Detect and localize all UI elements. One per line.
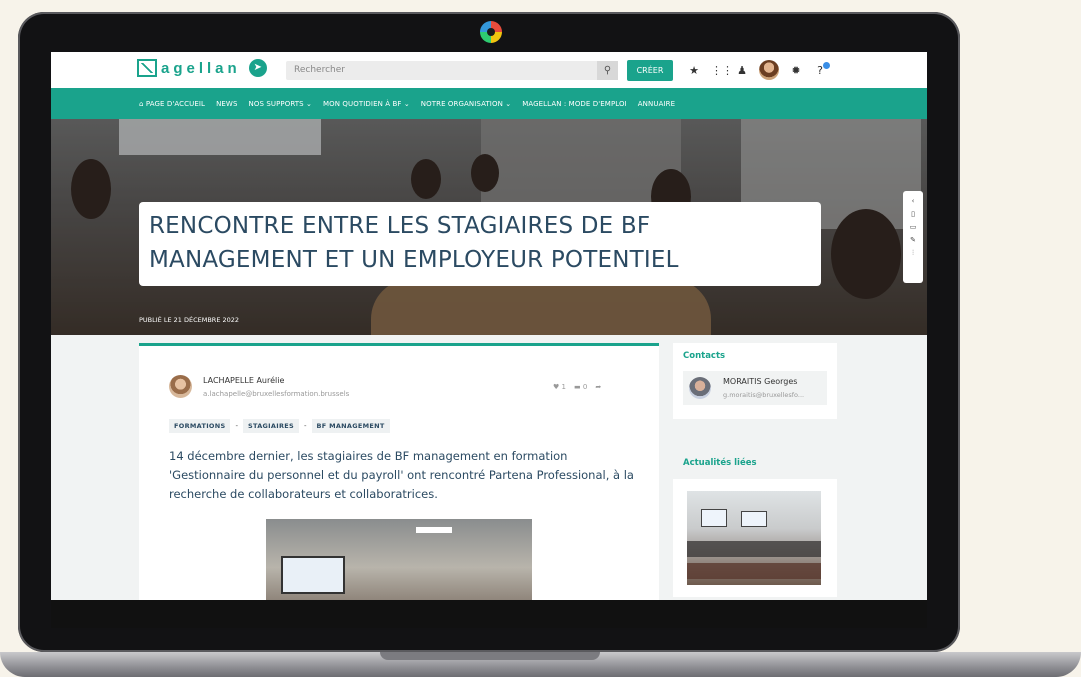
bell-icon[interactable]: ♟ (735, 64, 749, 77)
gear-icon[interactable]: ✹ (789, 64, 803, 77)
nav-item-mode-emploi[interactable]: MAGELLAN : MODE D'EMPLOI (522, 100, 627, 108)
contact-email: g.moraitis@bruxellesfo... (723, 391, 805, 399)
help-icon[interactable]: ? (813, 61, 830, 77)
main-navbar: ⌂ PAGE D'ACCUEIL NEWS NOS SUPPORTS ⌄ MON… (51, 88, 927, 119)
nav-item-label: MON QUOTIDIEN À BF (323, 99, 402, 108)
like-button[interactable]: ♥ 1 (553, 383, 566, 391)
nav-item-quotidien[interactable]: MON QUOTIDIEN À BF ⌄ (323, 100, 410, 108)
search-button[interactable]: ⚲ (597, 61, 618, 80)
comment-icon: ▬ (573, 383, 581, 391)
article-image (266, 519, 532, 600)
bookmark-icon[interactable]: ▯ (911, 210, 915, 218)
top-icons: ★ ⋮⋮ ♟ ✹ ? (687, 60, 830, 80)
sidebar: Contacts MORAITIS Georges g.moraitis@bru… (673, 343, 837, 597)
contacts-box: Contacts MORAITIS Georges g.moraitis@bru… (673, 343, 837, 419)
tag-formations[interactable]: FORMATIONS (169, 419, 231, 433)
create-button[interactable]: CRÉER (627, 60, 673, 81)
related-news-image (687, 491, 821, 585)
related-news-title: Actualités liées (683, 458, 757, 468)
location-icon: ➤ (248, 59, 267, 77)
logo-text: agellan (161, 59, 241, 77)
related-image-people (687, 563, 821, 579)
related-image-people (687, 541, 821, 557)
publish-date: PUBLIÉ LE 21 DÉCEMBRE 2022 (139, 316, 240, 324)
pencil-icon[interactable]: ✎ (910, 236, 916, 244)
comment-icon[interactable]: ▭ (910, 223, 917, 231)
hero-banner: RENCONTRE ENTRE LES STAGIAIRES DE BF MAN… (51, 119, 927, 335)
chevron-down-icon: ⌄ (403, 99, 410, 108)
screen: agellan ➤ Rechercher ⚲ CRÉER ★ ⋮⋮ ♟ ✹ ? … (51, 52, 927, 600)
author-email: a.lachapelle@bruxellesformation.brussels (203, 390, 350, 398)
tag-bf-management[interactable]: BF MANAGEMENT (311, 419, 390, 433)
related-news-card[interactable] (673, 479, 837, 597)
top-bar: agellan ➤ Rechercher ⚲ CRÉER ★ ⋮⋮ ♟ ✹ ? (51, 52, 927, 88)
camera-icon (480, 21, 502, 43)
laptop-notch (380, 652, 600, 660)
chevron-down-icon: ⌄ (505, 99, 512, 108)
article-image-screen (281, 556, 345, 594)
contacts-title: Contacts (683, 351, 726, 361)
search-icon: ⚲ (603, 65, 612, 76)
laptop-chin (51, 600, 927, 628)
contact-name: MORAITIS Georges (723, 377, 798, 386)
logo-mark-icon (137, 59, 157, 77)
tag-list: FORMATIONS - STAGIAIRES - BF MANAGEMENT (169, 419, 390, 433)
related-image-screen (701, 509, 727, 527)
search-input[interactable]: Rechercher (286, 61, 618, 80)
nav-item-label: NOTRE ORGANISATION (420, 99, 503, 108)
user-avatar[interactable] (759, 60, 779, 80)
tag-separator: - (303, 422, 307, 430)
nav-item-organisation[interactable]: NOTRE ORGANISATION ⌄ (421, 100, 511, 108)
contact-card[interactable]: MORAITIS Georges g.moraitis@bruxellesfo.… (683, 371, 827, 405)
side-toolbar: ‹ ▯ ▭ ✎ ⫶ (903, 191, 923, 283)
nav-item-news[interactable]: NEWS (216, 100, 237, 108)
page-title: RENCONTRE ENTRE LES STAGIAIRES DE BF MAN… (149, 213, 679, 273)
author-name[interactable]: LACHAPELLE Aurélie (203, 376, 284, 385)
author-avatar[interactable] (169, 375, 192, 398)
article-image-light (416, 527, 452, 533)
related-image-screen (741, 511, 767, 527)
apps-grid-icon[interactable]: ⋮⋮ (711, 64, 733, 77)
nav-item-label: NOS SUPPORTS (248, 99, 304, 108)
like-count: 1 (561, 383, 566, 391)
comment-button[interactable]: ▬ 0 (574, 383, 587, 391)
logo[interactable]: agellan ➤ (137, 59, 267, 77)
article-body: 14 décembre dernier, les stagiaires de B… (169, 449, 634, 501)
star-icon[interactable]: ★ (687, 64, 701, 77)
nav-item-annuaire[interactable]: ANNUAIRE (638, 100, 675, 108)
tag-stagiaires[interactable]: STAGIAIRES (243, 419, 299, 433)
tag-separator: - (235, 422, 238, 430)
article-stats: ♥ 1 ▬ 0 ➦ (553, 383, 601, 391)
chevron-down-icon: ⌄ (306, 99, 313, 108)
comment-count: 0 (582, 383, 588, 391)
nav-item-label: PAGE D'ACCUEIL (145, 99, 206, 108)
nav-item-home[interactable]: ⌂ PAGE D'ACCUEIL (139, 100, 205, 108)
share-icon[interactable]: ➦ (595, 383, 601, 391)
stats-icon[interactable]: ⫶ (912, 249, 914, 258)
article-card: LACHAPELLE Aurélie a.lachapelle@bruxelle… (139, 343, 659, 600)
contact-avatar (689, 377, 711, 399)
hero-title-box: RENCONTRE ENTRE LES STAGIAIRES DE BF MAN… (139, 202, 821, 286)
home-icon: ⌂ (139, 99, 146, 108)
chevron-left-icon[interactable]: ‹ (912, 197, 915, 205)
heart-icon: ♥ (553, 383, 560, 391)
nav-item-supports[interactable]: NOS SUPPORTS ⌄ (249, 100, 313, 108)
